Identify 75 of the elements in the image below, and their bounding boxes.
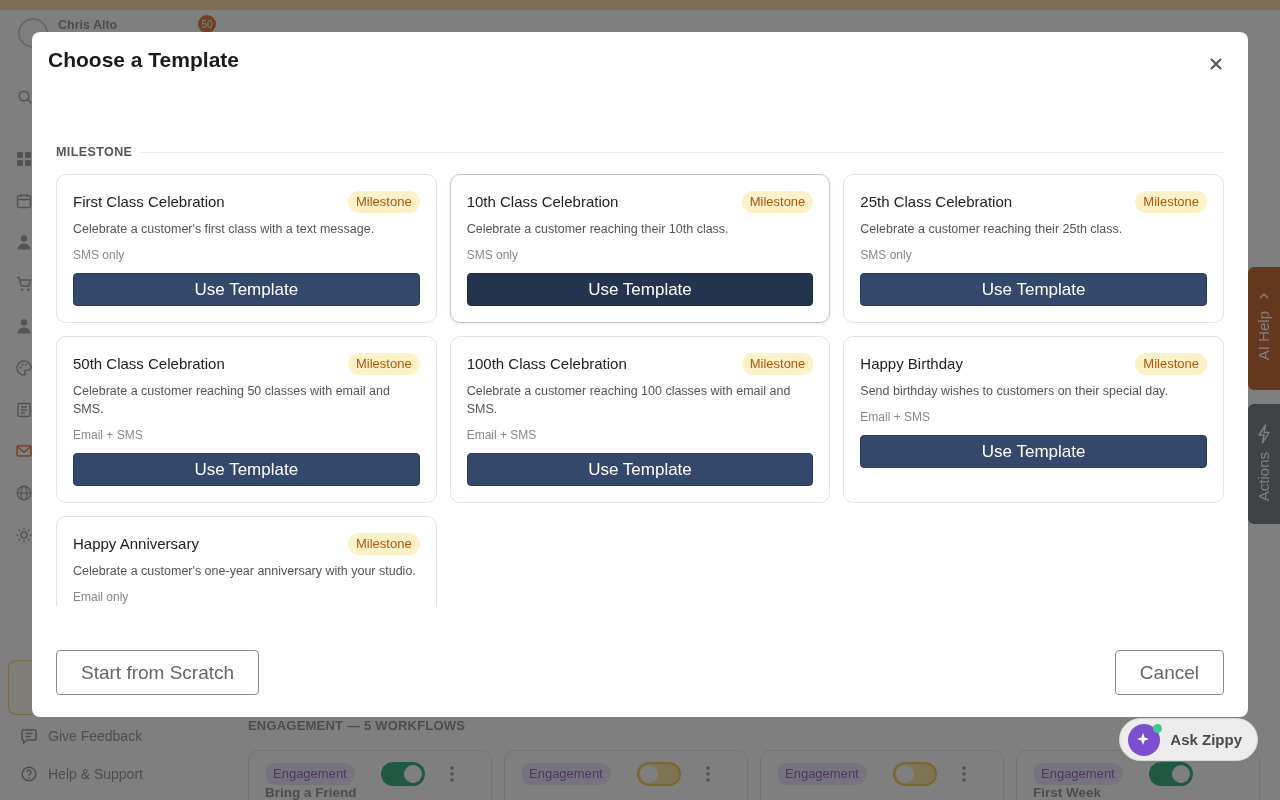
channel-label: Email only bbox=[73, 589, 130, 605]
template-description: Celebrate a customer reaching their 10th class. bbox=[466, 221, 730, 238]
category-label: Milestone bbox=[1135, 353, 1207, 375]
calendar-icon[interactable] bbox=[16, 192, 32, 209]
toggle-switch[interactable] bbox=[380, 762, 425, 786]
more-icon[interactable] bbox=[449, 766, 454, 782]
palette-icon[interactable] bbox=[16, 359, 32, 376]
use-template-button[interactable]: Use Template bbox=[466, 453, 814, 486]
chat-icon bbox=[21, 728, 37, 744]
template-title: 100th Class Celebration bbox=[466, 354, 627, 374]
use-template-button[interactable]: Use Template bbox=[73, 273, 420, 306]
channel-label: SMS only bbox=[73, 247, 126, 263]
close-icon bbox=[1210, 58, 1222, 70]
template-description: Celebrate a customer reaching their 25th class. bbox=[860, 221, 1124, 238]
assistant-button[interactable]: Ask Zippy bbox=[1119, 718, 1258, 761]
person-icon[interactable] bbox=[16, 234, 32, 251]
template-description: Celebrate a customer reaching 50 classes with email and SMS. bbox=[73, 383, 391, 418]
category-label: Engagement bbox=[1033, 763, 1123, 785]
use-template-button[interactable]: Use Template bbox=[860, 435, 1207, 468]
cart-icon[interactable] bbox=[16, 276, 32, 293]
category-label: Milestone bbox=[1135, 191, 1207, 213]
channel-label: Email + SMS bbox=[860, 409, 931, 425]
category-label: Milestone bbox=[348, 353, 420, 375]
lightning-icon bbox=[1257, 424, 1271, 444]
template-title: First Class Celebration bbox=[73, 192, 225, 212]
category-label: Milestone bbox=[741, 191, 814, 213]
channel-label: Email + SMS bbox=[73, 427, 144, 443]
template-title: 10th Class Celebration bbox=[466, 192, 619, 212]
template-title: Happy Birthday bbox=[860, 354, 963, 374]
globe-icon[interactable] bbox=[16, 485, 32, 502]
channel-label: Email + SMS bbox=[466, 427, 538, 443]
template-description: Send birthday wishes to customers on their special day. bbox=[860, 383, 1169, 400]
toggle-switch[interactable] bbox=[1148, 762, 1193, 786]
sparkle-icon bbox=[1128, 723, 1163, 756]
use-template-button[interactable]: Use Template bbox=[73, 453, 420, 486]
person-icon[interactable] bbox=[16, 318, 32, 335]
toggle-switch[interactable] bbox=[892, 762, 937, 786]
start-from-scratch-button[interactable]: Start from Scratch bbox=[56, 650, 260, 695]
more-icon[interactable] bbox=[705, 766, 710, 782]
channel-label: SMS only bbox=[860, 247, 913, 263]
template-title: 25th Class Celebration bbox=[860, 192, 1013, 212]
mail-icon[interactable] bbox=[16, 443, 32, 460]
template-card[interactable]: 25th Class Celebration Milestone Celebrate a customer reaching their 25th class. SMS only Use Template bbox=[843, 174, 1224, 323]
category-label: Engagement bbox=[265, 763, 355, 785]
category-label: Milestone bbox=[348, 533, 420, 555]
search-icon[interactable] bbox=[18, 90, 32, 104]
template-description: Celebrate a customer's one-year anniversary with your studio. bbox=[73, 563, 417, 580]
channel-label: SMS only bbox=[466, 247, 519, 263]
category-label: Engagement bbox=[521, 763, 611, 785]
template-card[interactable]: Happy Birthday Milestone Send birthday wishes to customers on their special day. Email + SMS Use Template bbox=[843, 336, 1224, 503]
category-label: Milestone bbox=[348, 191, 420, 213]
template-card[interactable]: 50th Class Celebration Milestone Celebrate a customer reaching 50 classes with email and SMS. Email + SMS Use Template bbox=[56, 336, 437, 503]
template-description: Celebrate a customer reaching 100 classes with email and SMS. bbox=[466, 383, 792, 418]
more-icon[interactable] bbox=[961, 766, 966, 782]
promo-card bbox=[8, 660, 32, 715]
sun-icon[interactable] bbox=[16, 527, 32, 544]
use-template-button[interactable]: Use Template bbox=[860, 273, 1207, 306]
use-template-button[interactable]: Use Template bbox=[466, 273, 814, 306]
cancel-button[interactable]: Cancel bbox=[1114, 650, 1224, 695]
category-label: Milestone bbox=[741, 353, 814, 375]
grid-icon[interactable] bbox=[16, 150, 32, 167]
document-icon[interactable] bbox=[16, 401, 32, 418]
template-card[interactable]: 100th Class Celebration Milestone Celebrate a customer reaching 100 classes with email and SMS. Email + SMS Use Template bbox=[449, 336, 831, 503]
template-card[interactable]: First Class Celebration Milestone Celebrate a customer's first class with a text message. SMS only Use Template bbox=[56, 174, 437, 323]
template-card[interactable]: Happy Anniversary Milestone Celebrate a customer's one-year anniversary with your studio. Email only bbox=[56, 516, 437, 606]
template-title: Happy Anniversary bbox=[73, 534, 199, 554]
category-label: Engagement bbox=[777, 763, 867, 785]
help-icon bbox=[21, 766, 37, 782]
template-title: 50th Class Celebration bbox=[73, 354, 225, 374]
chevron-up-icon bbox=[1259, 293, 1269, 299]
section-heading: MILESTONE bbox=[56, 145, 133, 159]
template-description: Celebrate a customer's first class with a text message. bbox=[73, 221, 376, 238]
dialog-title: Choose a Template bbox=[48, 47, 239, 73]
toggle-switch[interactable] bbox=[636, 762, 681, 786]
template-card[interactable]: 10th Class Celebration Milestone Celebrate a customer reaching their 10th class. SMS only Use Template bbox=[449, 174, 831, 323]
